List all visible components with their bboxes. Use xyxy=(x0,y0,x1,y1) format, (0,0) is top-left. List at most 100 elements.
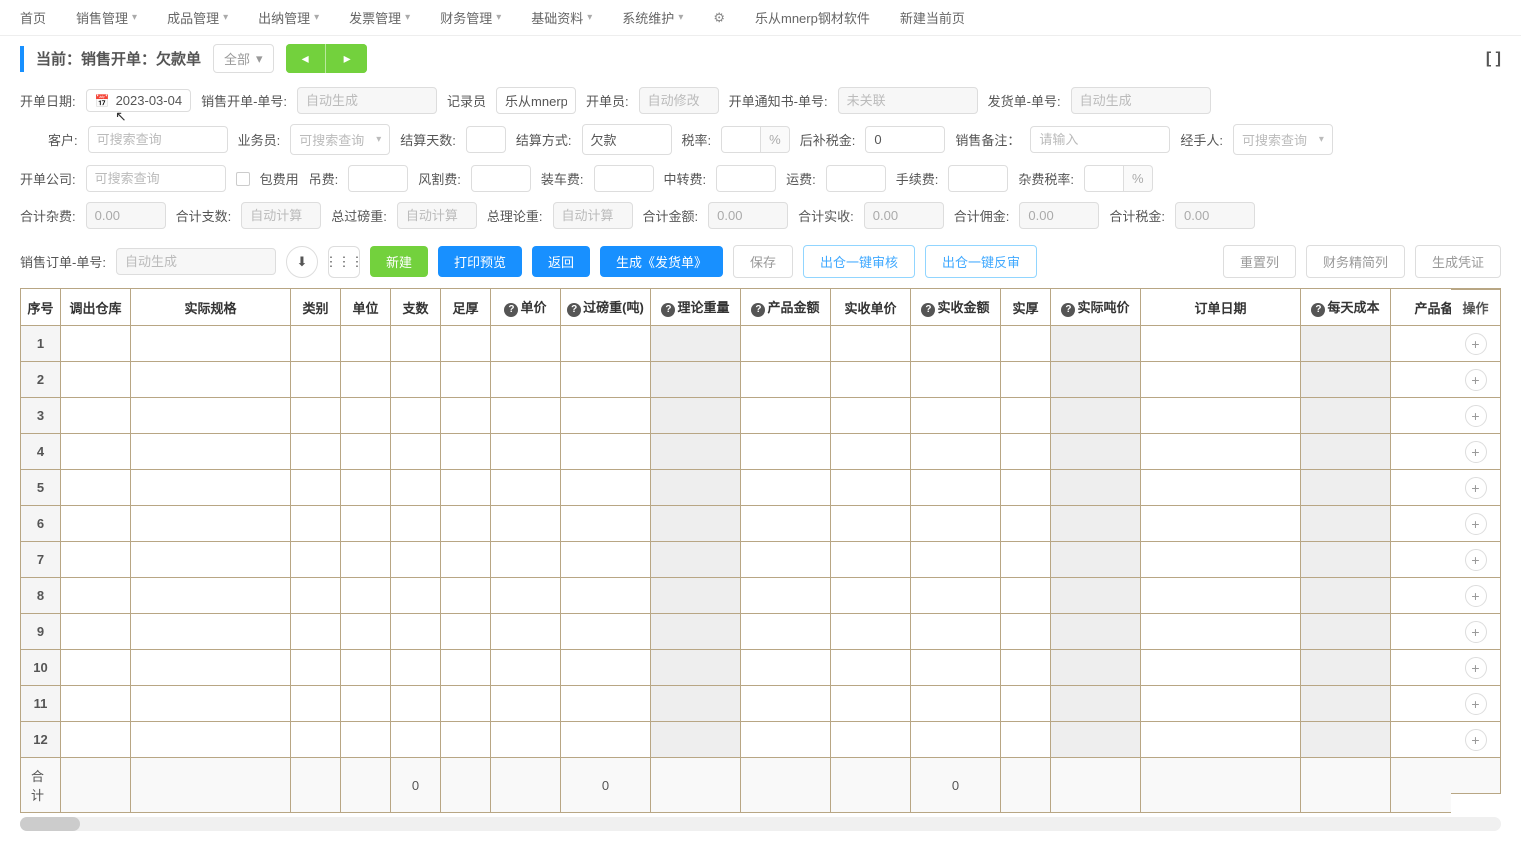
total-weight-input[interactable] xyxy=(397,202,477,229)
table-cell[interactable] xyxy=(1391,398,1452,434)
order-no-input[interactable] xyxy=(297,87,437,114)
table-cell[interactable] xyxy=(651,434,741,470)
table-cell[interactable]: 1 xyxy=(21,326,61,362)
table-cell[interactable] xyxy=(1141,578,1301,614)
table-cell[interactable] xyxy=(441,686,491,722)
table-cell[interactable]: 5 xyxy=(21,470,61,506)
table-cell[interactable] xyxy=(1141,542,1301,578)
gear-icon[interactable]: ⚙ xyxy=(713,10,725,26)
nav-cashier[interactable]: 出纳管理▾ xyxy=(258,8,319,27)
ship-no-input[interactable] xyxy=(1071,87,1211,114)
table-cell[interactable] xyxy=(1141,362,1301,398)
table-cell[interactable] xyxy=(491,398,561,434)
table-cell[interactable] xyxy=(911,614,1001,650)
table-cell[interactable] xyxy=(561,506,651,542)
table-cell[interactable] xyxy=(1141,686,1301,722)
table-cell[interactable] xyxy=(741,470,831,506)
print-preview-button[interactable]: 打印预览 xyxy=(438,246,522,277)
review-button[interactable]: 出仓一键审核 xyxy=(803,245,915,278)
table-cell[interactable] xyxy=(491,614,561,650)
table-cell[interactable] xyxy=(1301,362,1391,398)
column-header[interactable]: 类别 xyxy=(291,289,341,326)
column-header[interactable]: 支数 xyxy=(391,289,441,326)
table-cell[interactable] xyxy=(741,578,831,614)
add-row-button[interactable]: + xyxy=(1465,549,1487,571)
table-cell[interactable] xyxy=(651,578,741,614)
recorder-input[interactable] xyxy=(496,87,576,114)
table-cell[interactable] xyxy=(61,470,131,506)
table-cell[interactable] xyxy=(441,434,491,470)
sales-remark-input[interactable] xyxy=(1030,126,1170,153)
table-cell[interactable] xyxy=(1391,722,1452,758)
table-cell[interactable] xyxy=(1141,614,1301,650)
cut-fee-input[interactable] xyxy=(471,165,531,192)
table-cell[interactable] xyxy=(1051,506,1141,542)
table-cell[interactable] xyxy=(1051,686,1141,722)
table-cell[interactable] xyxy=(651,398,741,434)
salesman-select[interactable]: 可搜索查询▾ xyxy=(290,124,390,155)
table-cell[interactable] xyxy=(491,326,561,362)
reset-columns-button[interactable]: 重置列 xyxy=(1223,245,1296,278)
nav-home[interactable]: 首页 xyxy=(20,8,46,27)
nav-system[interactable]: 系统维护▾ xyxy=(622,8,683,27)
table-cell[interactable] xyxy=(831,434,911,470)
table-cell[interactable] xyxy=(1301,434,1391,470)
table-cell[interactable] xyxy=(441,398,491,434)
table-cell[interactable] xyxy=(1141,722,1301,758)
table-cell[interactable] xyxy=(831,722,911,758)
add-row-button[interactable]: + xyxy=(1465,477,1487,499)
table-cell[interactable] xyxy=(651,722,741,758)
table-cell[interactable] xyxy=(911,434,1001,470)
table-cell[interactable] xyxy=(1001,650,1051,686)
table-cell[interactable] xyxy=(491,578,561,614)
table-cell[interactable]: 10 xyxy=(21,650,61,686)
company-input[interactable] xyxy=(86,165,226,192)
package-fee-checkbox[interactable] xyxy=(236,172,250,186)
help-icon[interactable]: ? xyxy=(751,303,765,317)
table-cell[interactable] xyxy=(1051,614,1141,650)
total-misc-input[interactable] xyxy=(86,202,166,229)
transfer-fee-input[interactable] xyxy=(716,165,776,192)
table-cell[interactable] xyxy=(61,650,131,686)
table-cell[interactable] xyxy=(1141,434,1301,470)
table-cell[interactable] xyxy=(391,722,441,758)
table-cell[interactable] xyxy=(341,470,391,506)
table-cell[interactable] xyxy=(831,506,911,542)
table-cell[interactable] xyxy=(561,398,651,434)
column-header[interactable]: 调出仓库 xyxy=(61,289,131,326)
table-cell[interactable] xyxy=(1001,326,1051,362)
table-cell[interactable] xyxy=(391,506,441,542)
total-recv-input[interactable] xyxy=(864,202,944,229)
table-cell[interactable] xyxy=(1391,650,1452,686)
table-cell[interactable] xyxy=(911,362,1001,398)
table-cell[interactable]: 2 xyxy=(21,362,61,398)
table-cell[interactable] xyxy=(911,686,1001,722)
table-cell[interactable] xyxy=(1001,542,1051,578)
settle-days-input[interactable] xyxy=(466,126,506,153)
table-cell[interactable] xyxy=(291,470,341,506)
table-cell[interactable] xyxy=(561,326,651,362)
table-cell[interactable] xyxy=(391,542,441,578)
table-cell[interactable] xyxy=(1301,722,1391,758)
table-cell[interactable] xyxy=(61,398,131,434)
column-header[interactable]: 订单日期 xyxy=(1141,289,1301,326)
column-header[interactable]: 实收单价 xyxy=(831,289,911,326)
table-cell[interactable] xyxy=(831,470,911,506)
table-cell[interactable] xyxy=(1051,398,1141,434)
table-cell[interactable] xyxy=(131,398,291,434)
table-cell[interactable] xyxy=(61,326,131,362)
table-cell[interactable] xyxy=(561,434,651,470)
load-fee-input[interactable] xyxy=(594,165,654,192)
table-cell[interactable] xyxy=(651,614,741,650)
table-cell[interactable] xyxy=(131,722,291,758)
table-cell[interactable] xyxy=(441,506,491,542)
crane-fee-input[interactable] xyxy=(348,165,408,192)
table-cell[interactable] xyxy=(911,470,1001,506)
column-header[interactable]: ?每天成本 xyxy=(1301,289,1391,326)
table-cell[interactable] xyxy=(1141,398,1301,434)
table-cell[interactable] xyxy=(1001,578,1051,614)
table-cell[interactable] xyxy=(1051,434,1141,470)
scrollbar-thumb[interactable] xyxy=(20,817,80,831)
add-row-button[interactable]: + xyxy=(1465,405,1487,427)
issuer-input[interactable] xyxy=(639,87,719,114)
